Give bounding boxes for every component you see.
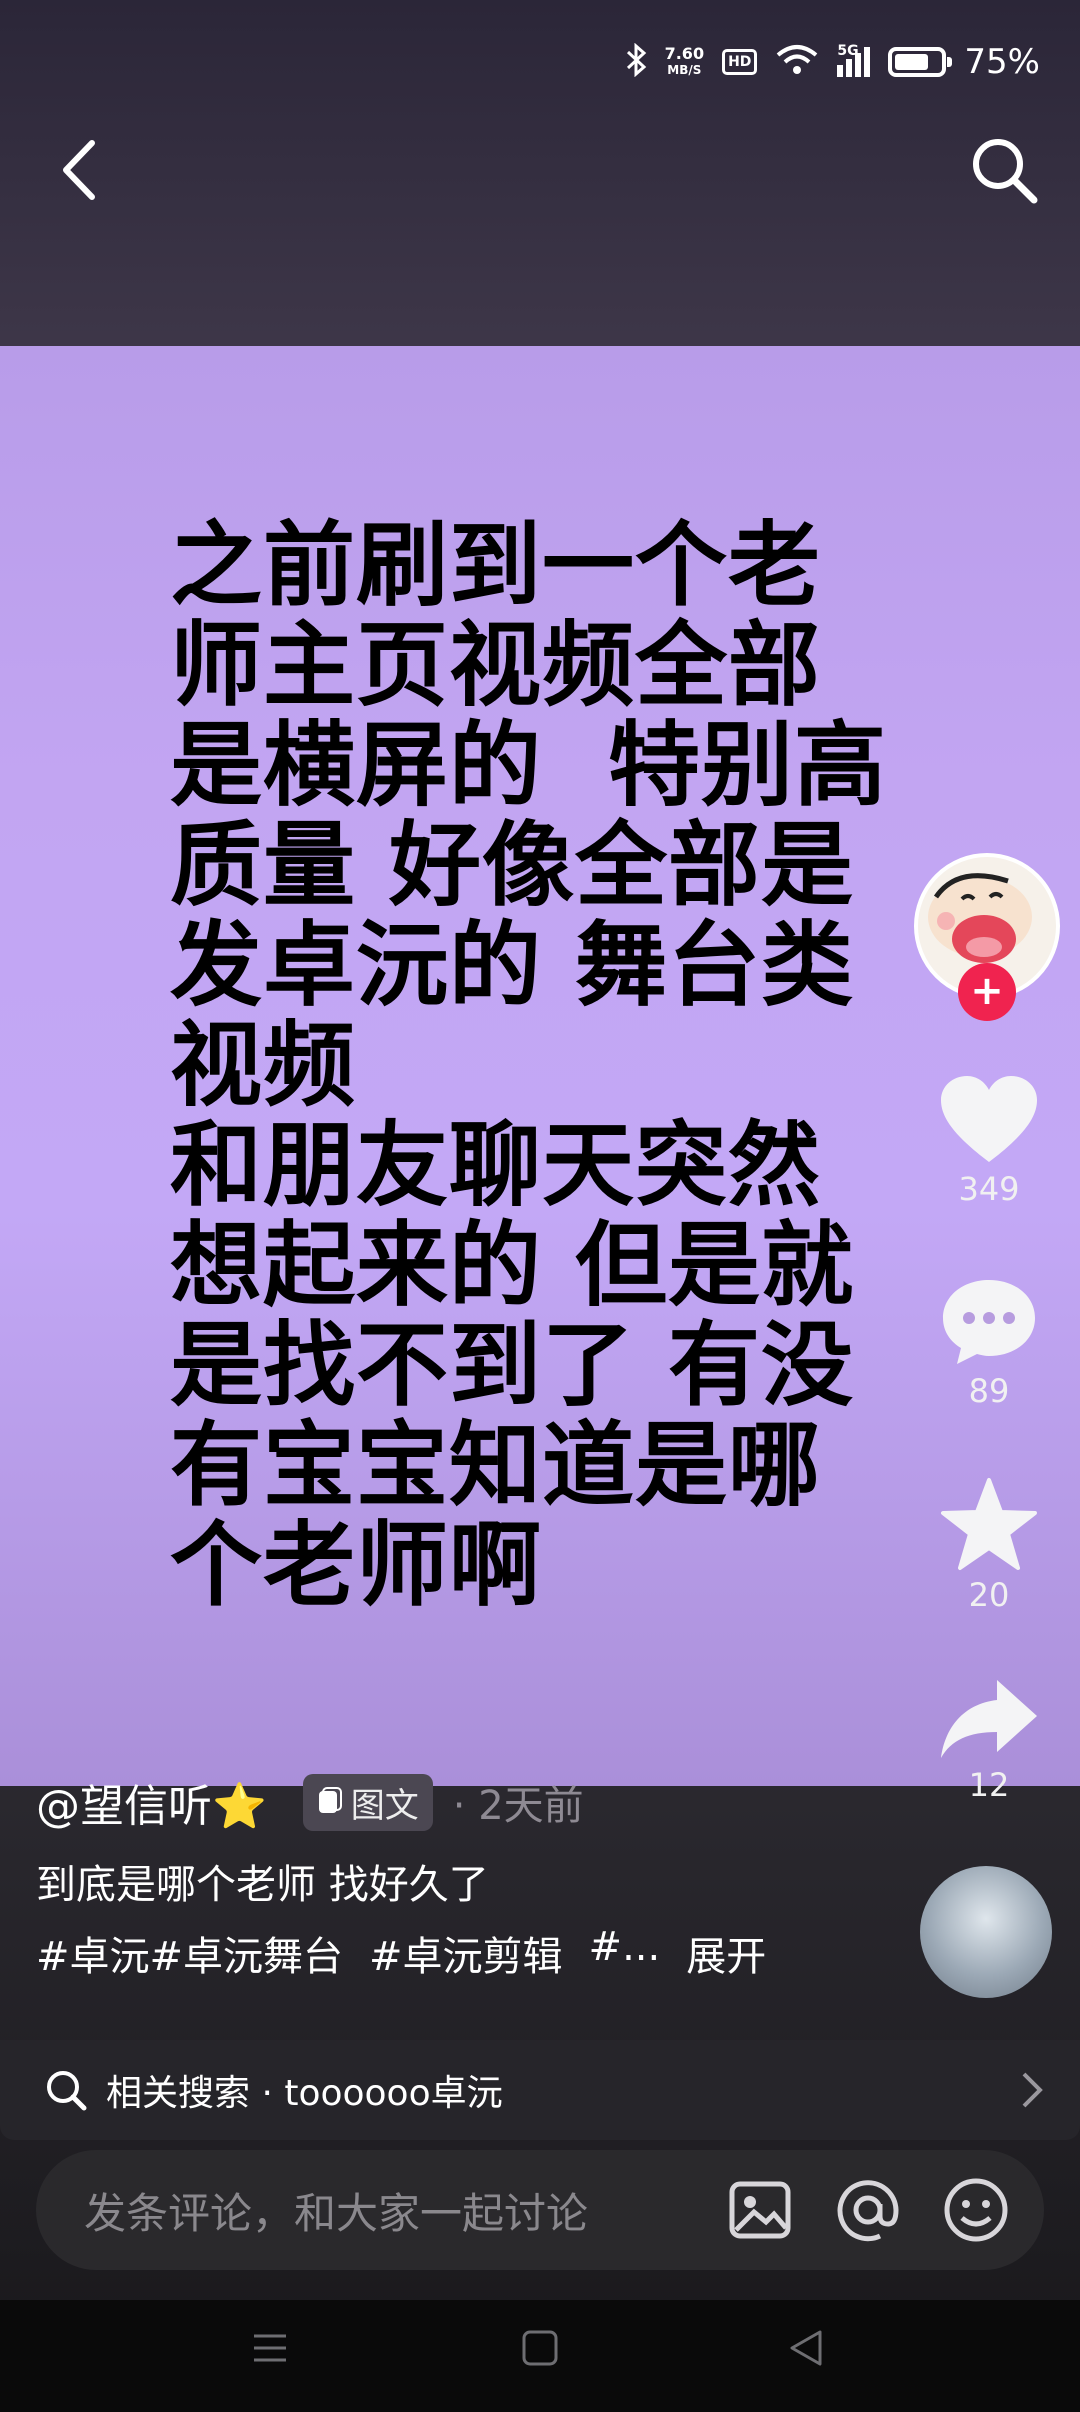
network-speed-value: 7.60: [664, 44, 705, 63]
image-icon: [729, 2181, 791, 2239]
search-icon: [973, 139, 1038, 204]
battery-percent: 75%: [964, 42, 1040, 82]
wifi-icon: [775, 43, 819, 81]
comment-button[interactable]: 89: [928, 1276, 1050, 1410]
star-icon: [941, 1478, 1037, 1570]
post-image[interactable]: 之前刷到一个老 师主页视频全部 是横屏的 特别高 质量 好像全部是 发卓沅的 舞…: [0, 346, 1080, 1786]
post-meta: @望信听⭐ 图文 · 2天前: [36, 1770, 584, 1834]
related-search-bar[interactable]: 相关搜索 · toooooo卓沅: [0, 2040, 1080, 2140]
battery-fill: [895, 54, 928, 70]
image-post-icon: [318, 1787, 342, 1813]
chevron-right-icon: [1022, 2072, 1043, 2108]
comment-bubble-icon: [943, 1280, 1035, 1364]
share-arrow-icon: [941, 1680, 1037, 1758]
triangle-back-icon: [790, 2330, 822, 2366]
menu-lines-icon: [254, 2334, 286, 2362]
mention-button[interactable]: [828, 2170, 908, 2250]
back-button[interactable]: [52, 135, 112, 205]
home-button[interactable]: [520, 2328, 560, 2372]
hashtag-row: #卓沅#卓沅舞台 #卓沅剪辑 #... 展开: [36, 1924, 766, 1982]
back-arrow-icon: [63, 140, 95, 200]
hashtag-ellipsis: #...: [588, 1924, 661, 1970]
signal-type: 5G: [837, 43, 859, 59]
square-icon: [522, 2330, 558, 2366]
related-search-label: 相关搜索 · toooooo卓沅: [106, 2073, 503, 2114]
post-image-text: 之前刷到一个老 师主页视频全部 是横屏的 特别高 质量 好像全部是 发卓沅的 舞…: [170, 512, 888, 1619]
system-navigation-bar: [0, 2300, 1080, 2412]
bluetooth-icon: [625, 42, 647, 81]
hd-badge: HD: [722, 49, 758, 75]
music-disc[interactable]: [920, 1866, 1052, 1998]
at-sign-icon: [837, 2180, 899, 2242]
expand-button[interactable]: 展开: [686, 1924, 766, 1982]
emoji-button[interactable]: [936, 2170, 1016, 2250]
network-speed: 7.60 MB/S: [665, 46, 704, 78]
comment-count: 89: [968, 1372, 1010, 1410]
like-button[interactable]: 349: [928, 1074, 1050, 1208]
hashtag-link[interactable]: #卓沅剪辑: [369, 1924, 563, 1982]
recent-apps-button[interactable]: [250, 2328, 290, 2372]
system-back-button[interactable]: [786, 2328, 826, 2372]
heart-icon: [941, 1076, 1037, 1162]
share-count: 12: [968, 1766, 1010, 1804]
screen: 7.60 MB/S HD 5G 75% 之前刷到一个老 师主页视频全部 是横屏的…: [0, 0, 1080, 2412]
search-button[interactable]: [964, 130, 1044, 210]
cellular-signal-icon: 5G: [837, 43, 871, 77]
comment-input-bar[interactable]: 发条评论，和大家一起讨论: [36, 2150, 1044, 2270]
share-button[interactable]: 12: [928, 1676, 1050, 1804]
favorite-count: 20: [968, 1576, 1010, 1614]
post-time: · 2天前: [452, 1783, 584, 1829]
follow-plus-button[interactable]: +: [958, 963, 1016, 1021]
comment-input[interactable]: 发条评论，和大家一起讨论: [84, 2180, 720, 2241]
search-icon: [47, 2071, 87, 2111]
network-speed-unit: MB/S: [667, 63, 702, 77]
like-count: 349: [958, 1170, 1020, 1208]
favorite-button[interactable]: 20: [928, 1476, 1050, 1614]
battery-icon: [888, 47, 953, 77]
smiley-icon: [944, 2178, 1008, 2242]
hashtag-link[interactable]: #卓沅#卓沅舞台: [36, 1924, 343, 1982]
image-picker-button[interactable]: [720, 2170, 800, 2250]
post-description: 到底是哪个老师 找好久了: [36, 1862, 489, 1908]
post-type-tag: 图文: [302, 1773, 433, 1831]
post-type-label: 图文: [350, 1785, 419, 1826]
author-name[interactable]: @望信听⭐: [36, 1770, 267, 1834]
status-bar: 7.60 MB/S HD 5G 75%: [625, 34, 1040, 90]
